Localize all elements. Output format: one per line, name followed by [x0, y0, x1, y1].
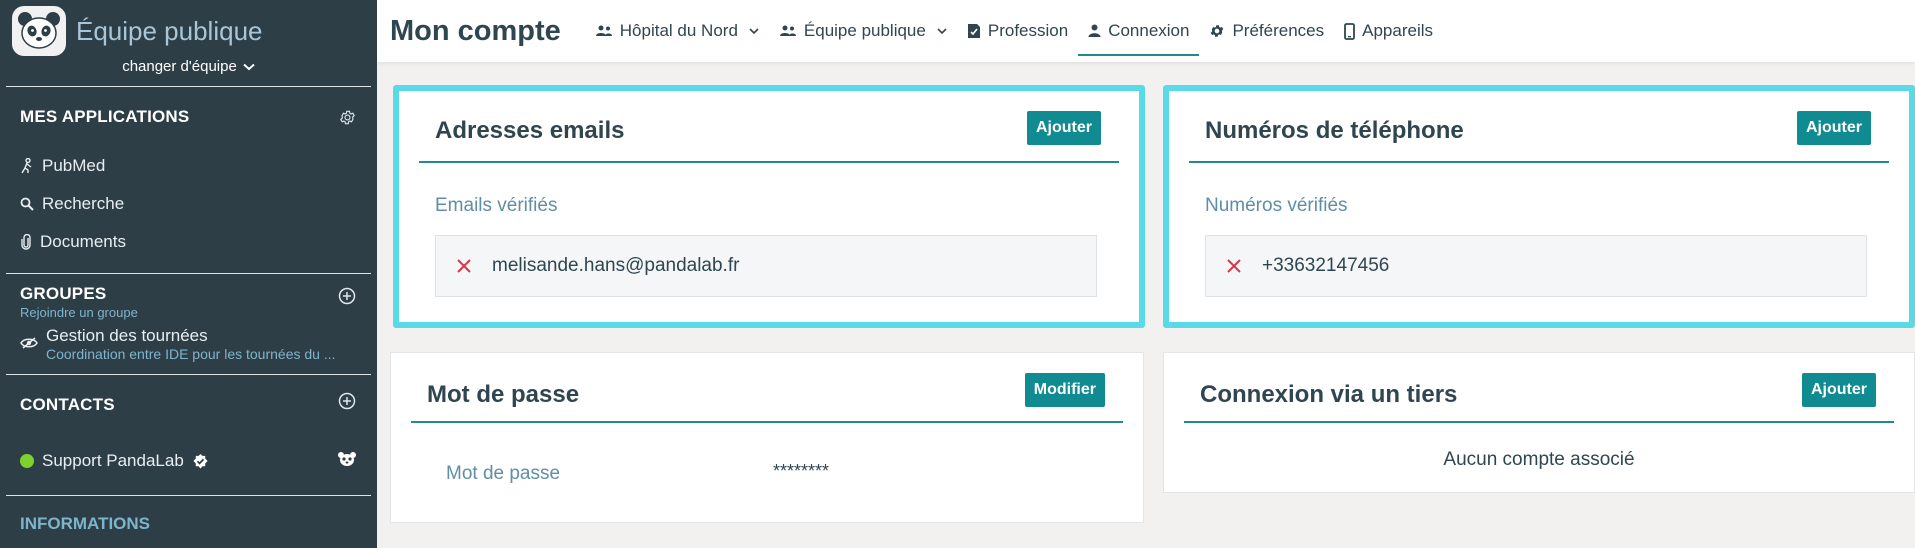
- password-field-label: Mot de passe: [446, 463, 561, 484]
- password-card-title: Mot de passe: [427, 381, 580, 408]
- badge-icon: [967, 24, 980, 38]
- people-icon: [595, 25, 612, 36]
- chevron-down-icon: [937, 27, 947, 34]
- verified-emails-label: Emails vérifiés: [435, 195, 558, 216]
- tab-connexion[interactable]: Connexion: [1078, 6, 1200, 56]
- sidebar-item-pubmed[interactable]: PubMed: [0, 147, 377, 185]
- emails-card-header: Adresses emails Ajouter: [419, 91, 1119, 163]
- contacts-section-title: CONTACTS: [20, 395, 115, 414]
- change-team-button[interactable]: changer d'équipe: [0, 58, 377, 75]
- tab-appareils[interactable]: Appareils: [1334, 6, 1443, 56]
- apps-section-title: MES APPLICATIONS: [20, 107, 190, 126]
- emails-card: Adresses emails Ajouter Emails vérifiés …: [393, 85, 1145, 328]
- tab-label: Profession: [987, 21, 1069, 40]
- panda-logo-icon: [12, 6, 66, 56]
- tab-label: Préférences: [1232, 21, 1325, 40]
- phone-value: +33632147456: [1262, 255, 1390, 276]
- tab-equipe-publique[interactable]: Équipe publique: [769, 6, 957, 56]
- online-status-dot: [20, 454, 34, 468]
- sidebar-item-recherche[interactable]: Recherche: [0, 185, 377, 223]
- add-email-button[interactable]: Ajouter: [1027, 111, 1101, 145]
- person-walking-icon: [21, 158, 32, 174]
- change-team-label: changer d'équipe: [122, 58, 237, 75]
- add-third-party-button[interactable]: Ajouter: [1802, 373, 1876, 407]
- page-title: Mon compte: [390, 14, 561, 47]
- informations-section-title[interactable]: INFORMATIONS: [0, 514, 377, 534]
- sidebar-item-documents[interactable]: Documents: [0, 223, 377, 261]
- email-entry: melisande.hans@pandalab.fr: [435, 235, 1097, 297]
- settings-gear-icon[interactable]: [337, 107, 357, 127]
- phones-card-header: Numéros de téléphone Ajouter: [1189, 91, 1889, 163]
- contacts-section-header: CONTACTS: [0, 375, 377, 435]
- remove-email-x-icon[interactable]: [454, 256, 474, 276]
- apps-section-header: MES APPLICATIONS: [0, 87, 377, 147]
- tab-label: Connexion: [1108, 21, 1190, 40]
- eye-slash-icon: [20, 337, 38, 349]
- tab-preferences[interactable]: Préférences: [1199, 6, 1334, 56]
- tab-label: Hôpital du Nord: [619, 21, 738, 40]
- third-party-card-header: Connexion via un tiers Ajouter: [1184, 353, 1894, 423]
- password-card: Mot de passe Modifier Mot de passe *****…: [390, 352, 1144, 523]
- verified-badge-icon: [193, 453, 208, 469]
- join-group-link[interactable]: Rejoindre un groupe: [20, 305, 138, 320]
- phones-card-title: Numéros de téléphone: [1205, 117, 1464, 144]
- phone-entry: +33632147456: [1205, 235, 1867, 297]
- chevron-down-icon: [243, 63, 255, 70]
- person-icon: [1088, 24, 1101, 37]
- add-contact-plus-icon[interactable]: [337, 391, 357, 411]
- third-party-card-title: Connexion via un tiers: [1200, 381, 1458, 408]
- add-group-plus-icon[interactable]: [337, 286, 357, 306]
- top-bar: Mon compte Hôpital du Nord Équipe publiq…: [377, 0, 1915, 62]
- phones-card: Numéros de téléphone Ajouter Numéros vér…: [1163, 85, 1915, 328]
- chevron-down-icon: [749, 27, 759, 34]
- sidebar: Équipe publique changer d'équipe MES APP…: [0, 0, 377, 548]
- emails-card-title: Adresses emails: [435, 117, 625, 144]
- group-name: Gestion des tournées: [46, 326, 208, 345]
- phone-icon: [1344, 22, 1356, 40]
- no-linked-account-text: Aucun compte associé: [1443, 449, 1635, 470]
- tab-hopital-du-nord[interactable]: Hôpital du Nord: [585, 6, 769, 56]
- panda-avatar-icon: [337, 451, 357, 472]
- sidebar-item-label: PubMed: [42, 156, 106, 175]
- people-icon: [779, 25, 796, 36]
- groups-section-title: GROUPES: [20, 284, 107, 303]
- sidebar-item-label: Documents: [40, 232, 126, 251]
- tab-profession[interactable]: Profession: [957, 6, 1078, 56]
- remove-phone-x-icon[interactable]: [1224, 256, 1244, 276]
- groups-section-header: GROUPES Rejoindre un groupe: [0, 274, 377, 326]
- email-value: melisande.hans@pandalab.fr: [492, 255, 740, 276]
- contact-item[interactable]: Support PandaLab: [0, 443, 377, 479]
- password-value: ********: [773, 461, 830, 481]
- edit-password-button[interactable]: Modifier: [1024, 373, 1105, 407]
- gear-icon: [1211, 25, 1224, 37]
- search-icon: [20, 197, 34, 211]
- group-description: Coordination entre IDE pour les tournées…: [46, 346, 336, 362]
- third-party-card: Connexion via un tiers Ajouter Aucun com…: [1163, 352, 1915, 493]
- group-item[interactable]: Gestion des tournées Coordination entre …: [0, 326, 377, 374]
- team-name: Équipe publique: [76, 16, 263, 46]
- contact-name: Support PandaLab: [42, 451, 184, 470]
- sidebar-item-label: Recherche: [42, 194, 125, 213]
- password-card-header: Mot de passe Modifier: [411, 353, 1123, 423]
- verified-phones-label: Numéros vérifiés: [1205, 195, 1348, 216]
- paperclip-icon: [21, 234, 31, 250]
- team-header: Équipe publique changer d'équipe: [0, 0, 377, 86]
- tab-label: Équipe publique: [803, 21, 926, 40]
- tab-label: Appareils: [1362, 21, 1434, 40]
- add-phone-button[interactable]: Ajouter: [1797, 111, 1871, 145]
